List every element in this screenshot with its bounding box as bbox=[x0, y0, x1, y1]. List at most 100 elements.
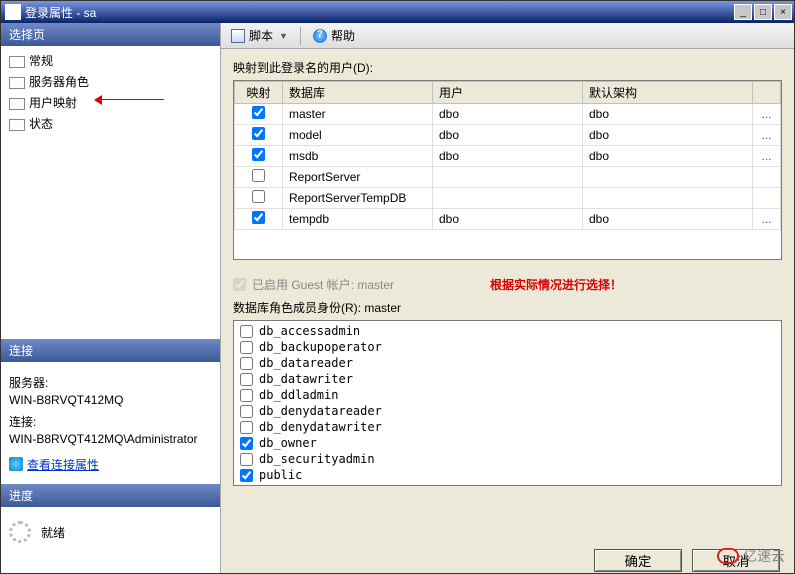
ellipsis-button[interactable]: ... bbox=[753, 209, 781, 230]
role-item[interactable]: db_ddladmin bbox=[238, 387, 777, 403]
close-button[interactable]: × bbox=[774, 4, 792, 20]
progress-status: 就绪 bbox=[41, 524, 65, 541]
map-checkbox[interactable] bbox=[252, 190, 265, 203]
connection-properties-icon bbox=[9, 457, 23, 471]
role-label: public bbox=[259, 468, 302, 482]
role-checkbox[interactable] bbox=[240, 405, 253, 418]
conn-value: WIN-B8RVQT412MQ\Administrator bbox=[9, 432, 212, 446]
content-panel: 映射到此登录名的用户(D): 映射 数据库 用户 默认架构 m bbox=[221, 49, 794, 539]
cloud-icon bbox=[717, 548, 739, 564]
role-item[interactable]: db_datawriter bbox=[238, 371, 777, 387]
window-title: 登录属性 - sa bbox=[25, 4, 734, 21]
role-item[interactable]: db_backupoperator bbox=[238, 339, 777, 355]
maximize-button[interactable]: □ bbox=[754, 4, 772, 20]
cell-database[interactable]: ReportServerTempDB bbox=[283, 188, 433, 209]
role-label: db_ddladmin bbox=[259, 388, 338, 402]
sidebar-item-1[interactable]: 服务器角色 bbox=[7, 71, 214, 92]
sidebar-item-0[interactable]: 常规 bbox=[7, 50, 214, 71]
ellipsis-button bbox=[753, 167, 781, 188]
role-item[interactable]: db_securityadmin bbox=[238, 451, 777, 467]
sidebar-item-3[interactable]: 状态 bbox=[7, 113, 214, 134]
table-row[interactable]: masterdbodbo... bbox=[235, 104, 781, 125]
cell-user[interactable]: dbo bbox=[433, 125, 583, 146]
ok-button[interactable]: 确定 bbox=[594, 549, 682, 572]
cell-schema[interactable]: dbo bbox=[583, 146, 753, 167]
script-label: 脚本 bbox=[249, 27, 273, 44]
col-user[interactable]: 用户 bbox=[433, 82, 583, 104]
role-checkbox[interactable] bbox=[240, 325, 253, 338]
map-checkbox[interactable] bbox=[252, 127, 265, 140]
role-item[interactable]: db_accessadmin bbox=[238, 323, 777, 339]
connection-header: 连接 bbox=[1, 339, 220, 362]
map-checkbox[interactable] bbox=[252, 211, 265, 224]
cell-user[interactable] bbox=[433, 167, 583, 188]
ellipsis-button[interactable]: ... bbox=[753, 125, 781, 146]
watermark: 亿速云 bbox=[717, 546, 785, 566]
cell-database[interactable]: ReportServer bbox=[283, 167, 433, 188]
table-row[interactable]: msdbdbodbo... bbox=[235, 146, 781, 167]
col-map[interactable]: 映射 bbox=[235, 82, 283, 104]
cell-schema[interactable]: dbo bbox=[583, 125, 753, 146]
cell-schema[interactable]: dbo bbox=[583, 104, 753, 125]
col-schema[interactable]: 默认架构 bbox=[583, 82, 753, 104]
page-icon bbox=[9, 96, 25, 110]
ellipsis-button[interactable]: ... bbox=[753, 104, 781, 125]
role-checkbox[interactable] bbox=[240, 389, 253, 402]
cell-user[interactable]: dbo bbox=[433, 146, 583, 167]
script-button[interactable]: 脚本 ▼ bbox=[227, 26, 292, 45]
cell-user[interactable]: dbo bbox=[433, 104, 583, 125]
view-connection-properties-link[interactable]: 查看连接属性 bbox=[9, 456, 99, 473]
cell-schema[interactable] bbox=[583, 188, 753, 209]
map-checkbox[interactable] bbox=[252, 106, 265, 119]
progress-pane: 就绪 bbox=[1, 507, 220, 573]
dialog-window: 登录属性 - sa _ □ × 选择页 常规服务器角色用户映射状态 连接 服务器… bbox=[0, 0, 795, 574]
connection-pane: 服务器: WIN-B8RVQT412MQ 连接: WIN-B8RVQT412MQ… bbox=[1, 362, 220, 485]
conn-label: 连接: bbox=[9, 413, 212, 430]
watermark-text: 亿速云 bbox=[743, 546, 785, 566]
mapped-users-table[interactable]: 映射 数据库 用户 默认架构 masterdbodbo...modeldbodb… bbox=[234, 81, 781, 230]
role-item[interactable]: public bbox=[238, 467, 777, 483]
cell-user[interactable]: dbo bbox=[433, 209, 583, 230]
cell-user[interactable] bbox=[433, 188, 583, 209]
table-row[interactable]: modeldbodbo... bbox=[235, 125, 781, 146]
server-label: 服务器: bbox=[9, 374, 212, 391]
server-value: WIN-B8RVQT412MQ bbox=[9, 393, 212, 407]
role-item[interactable]: db_denydatareader bbox=[238, 403, 777, 419]
map-checkbox[interactable] bbox=[252, 169, 265, 182]
cell-database[interactable]: model bbox=[283, 125, 433, 146]
script-icon bbox=[231, 29, 245, 43]
title-bar[interactable]: 登录属性 - sa _ □ × bbox=[1, 1, 794, 23]
help-button[interactable]: ? 帮助 bbox=[309, 26, 359, 45]
cell-schema[interactable] bbox=[583, 167, 753, 188]
role-checkbox[interactable] bbox=[240, 437, 253, 450]
progress-header: 进度 bbox=[1, 484, 220, 507]
role-item[interactable]: db_owner bbox=[238, 435, 777, 451]
cell-database[interactable]: master bbox=[283, 104, 433, 125]
role-item[interactable]: db_denydatawriter bbox=[238, 419, 777, 435]
dialog-body: 选择页 常规服务器角色用户映射状态 连接 服务器: WIN-B8RVQT412M… bbox=[1, 23, 794, 573]
table-row[interactable]: ReportServerTempDB bbox=[235, 188, 781, 209]
cell-schema[interactable]: dbo bbox=[583, 209, 753, 230]
col-database[interactable]: 数据库 bbox=[283, 82, 433, 104]
minimize-button[interactable]: _ bbox=[734, 4, 752, 20]
annotation-arrow bbox=[94, 95, 164, 105]
role-checkbox[interactable] bbox=[240, 469, 253, 482]
cell-database[interactable]: tempdb bbox=[283, 209, 433, 230]
role-checkbox[interactable] bbox=[240, 453, 253, 466]
guest-row: 已启用 Guest 帐户: master 根据实际情况进行选择！ bbox=[233, 276, 782, 293]
role-checkbox[interactable] bbox=[240, 421, 253, 434]
sidebar-spacer bbox=[1, 142, 220, 339]
cell-database[interactable]: msdb bbox=[283, 146, 433, 167]
table-row[interactable]: tempdbdbodbo... bbox=[235, 209, 781, 230]
role-list[interactable]: db_accessadmindb_backupoperatordb_datare… bbox=[233, 320, 782, 486]
help-label: 帮助 bbox=[331, 27, 355, 44]
role-checkbox[interactable] bbox=[240, 341, 253, 354]
page-icon bbox=[9, 75, 25, 89]
role-checkbox[interactable] bbox=[240, 373, 253, 386]
role-checkbox[interactable] bbox=[240, 357, 253, 370]
role-item[interactable]: db_datareader bbox=[238, 355, 777, 371]
ellipsis-button[interactable]: ... bbox=[753, 146, 781, 167]
map-checkbox[interactable] bbox=[252, 148, 265, 161]
table-row[interactable]: ReportServer bbox=[235, 167, 781, 188]
sidebar-item-2[interactable]: 用户映射 bbox=[7, 92, 214, 113]
